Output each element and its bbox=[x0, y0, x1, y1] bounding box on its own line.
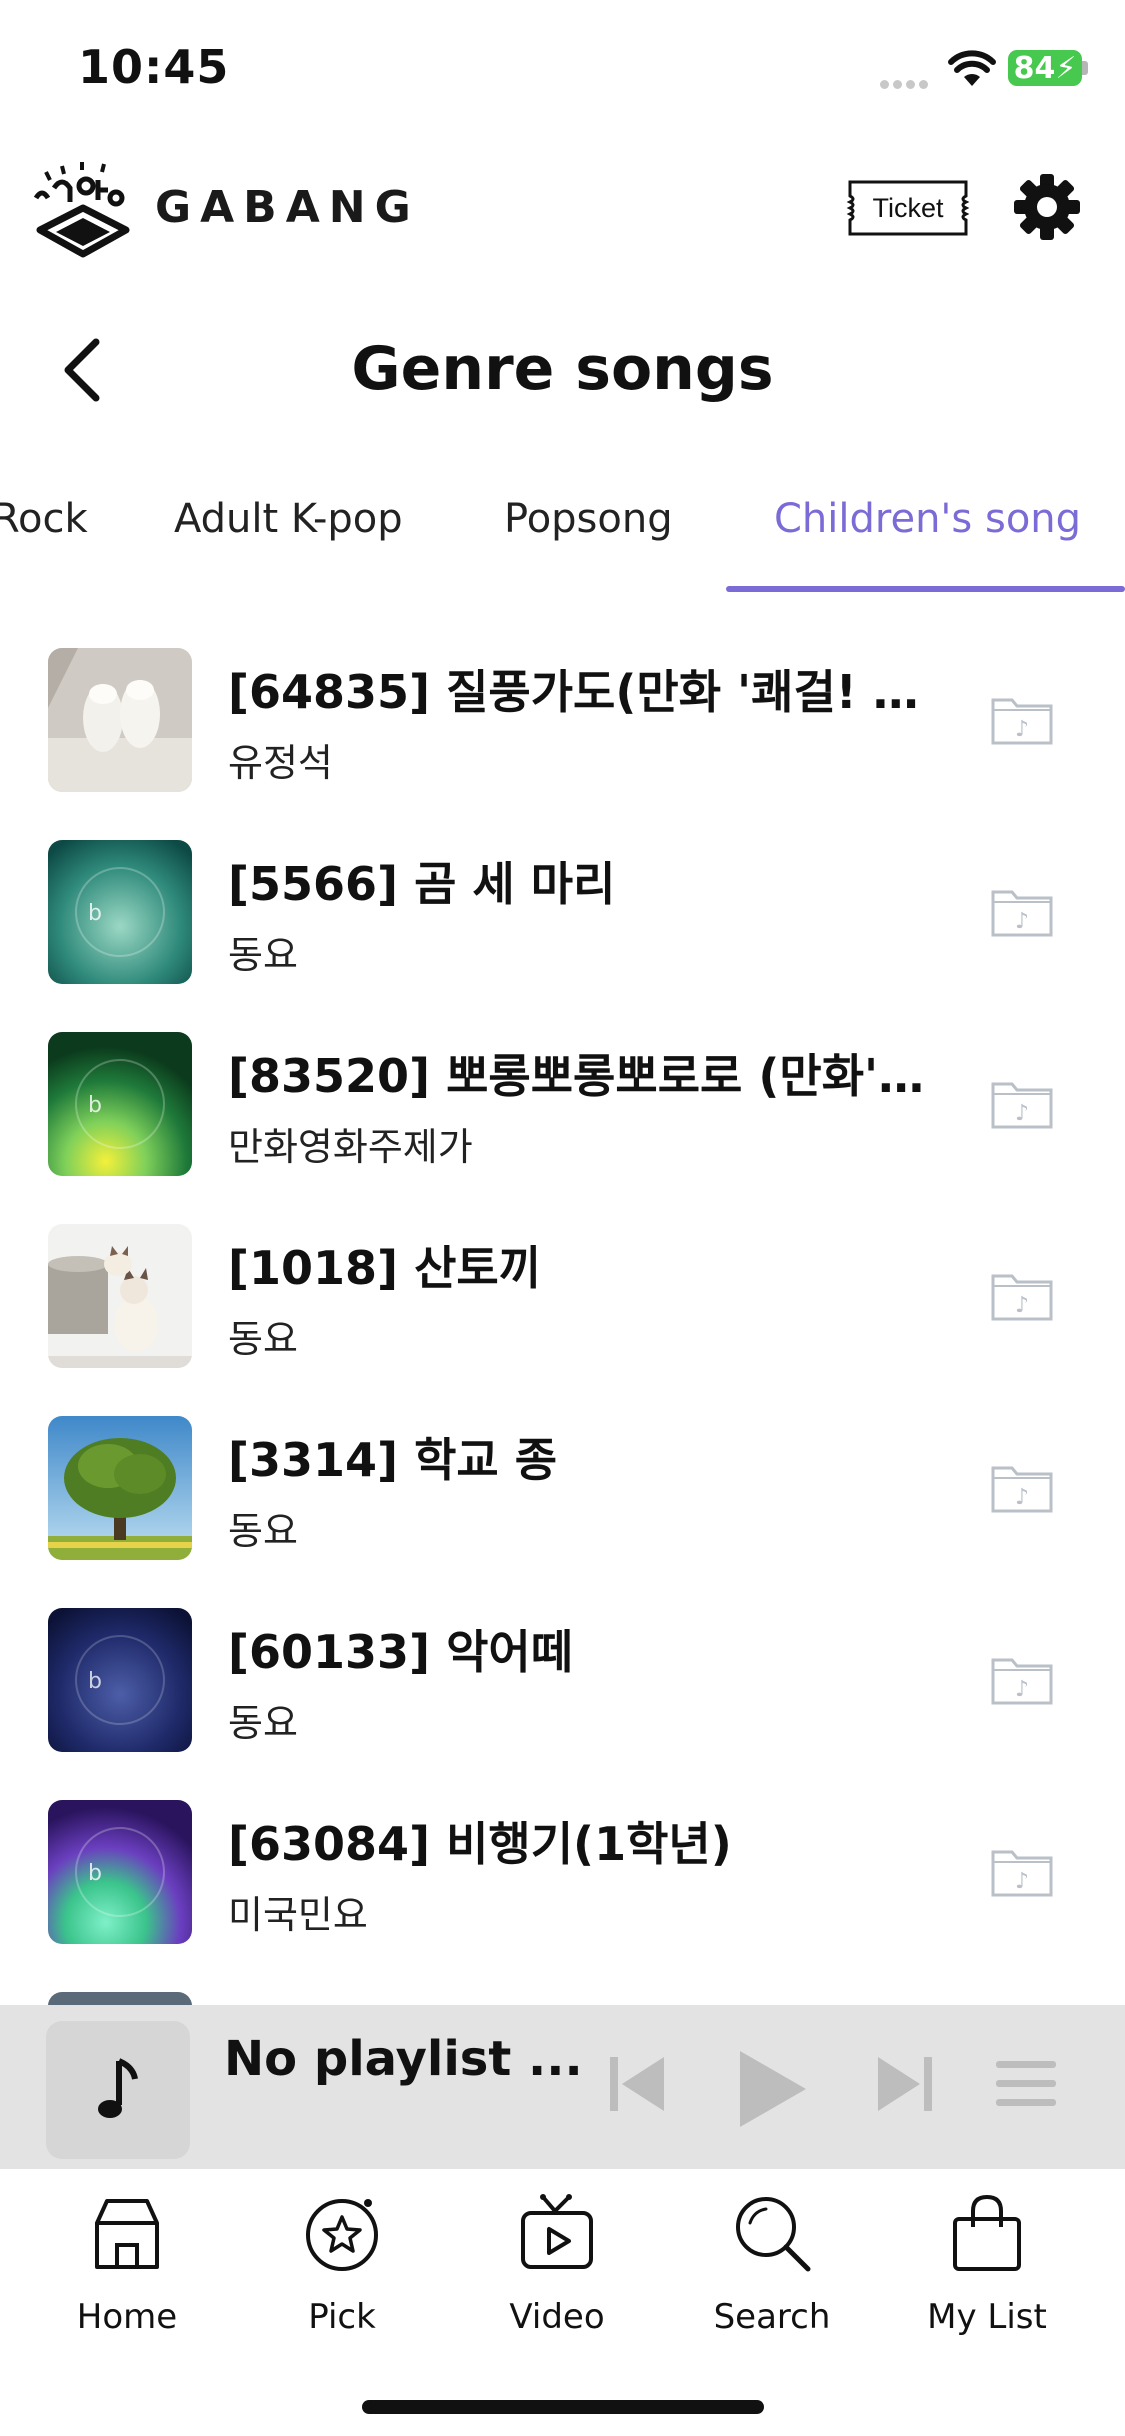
pick-star-icon bbox=[306, 2199, 378, 2271]
music-folder-icon[interactable]: ♪ bbox=[990, 884, 1054, 938]
next-track-icon[interactable] bbox=[874, 2049, 936, 2119]
title-row: Genre songs bbox=[0, 320, 1125, 420]
app-header: GABANG Ticket bbox=[0, 150, 1125, 270]
status-time: 10:45 bbox=[78, 40, 230, 94]
wifi-icon bbox=[948, 50, 996, 86]
bottom-tab-bar: Home Pick Video Search My List bbox=[0, 2169, 1125, 2436]
song-thumbnail-kittens bbox=[48, 1224, 192, 1368]
song-artist: 만화영화주제가 bbox=[228, 1125, 473, 1169]
battery-level: 84 bbox=[1013, 50, 1056, 86]
tab-home[interactable]: Home bbox=[47, 2193, 207, 2343]
brand-name: GABANG bbox=[155, 182, 420, 233]
cellular-signal-icon bbox=[880, 74, 934, 89]
music-folder-icon[interactable]: ♪ bbox=[990, 692, 1054, 746]
song-row[interactable]: [1018] 산토끼 동요 ♪ bbox=[0, 1196, 1125, 1388]
song-thumbnail-partial bbox=[48, 1992, 192, 2005]
music-note-icon bbox=[98, 2058, 138, 2118]
svg-text:♪: ♪ bbox=[1015, 1485, 1029, 1510]
song-thumbnail-tree bbox=[48, 1416, 192, 1560]
song-artist: 동요 bbox=[228, 933, 298, 977]
song-artist: 미국민요 bbox=[228, 1893, 368, 1937]
tab-video-label: Video bbox=[509, 2297, 605, 2337]
gear-icon[interactable] bbox=[1012, 172, 1082, 242]
song-title: [1018] 산토끼 bbox=[228, 1241, 542, 1295]
song-row[interactable]: b [63084] 비행기(1학년) 미국민요 ♪ bbox=[0, 1772, 1125, 1964]
song-title: [64835] 질풍가도(만화 '쾌걸! 근육맨2세' 주제가) bbox=[228, 665, 938, 719]
previous-track-icon[interactable] bbox=[606, 2049, 668, 2119]
gabang-logo-icon bbox=[33, 162, 130, 258]
battery-icon: 84 ⚡ bbox=[1008, 50, 1082, 86]
song-thumbnail-baby-shoes bbox=[48, 648, 192, 792]
song-title: [63084] 비행기(1학년) bbox=[228, 1817, 732, 1871]
svg-text:♪: ♪ bbox=[1015, 1869, 1029, 1894]
tab-pick-label: Pick bbox=[308, 2297, 376, 2337]
tab-rock[interactable]: Rock bbox=[0, 496, 88, 542]
song-title: [60133] 악어떼 bbox=[228, 1625, 574, 1679]
video-tv-icon bbox=[521, 2194, 593, 2269]
song-thumbnail-keumyoung-teal: b bbox=[48, 840, 192, 984]
song-title: [5566] 곰 세 마리 bbox=[228, 857, 616, 911]
tab-video[interactable]: Video bbox=[477, 2193, 637, 2343]
tab-home-label: Home bbox=[76, 2297, 178, 2337]
song-artist: 동요 bbox=[228, 1317, 298, 1361]
svg-text:b: b bbox=[88, 1093, 102, 1118]
home-icon bbox=[95, 2199, 159, 2269]
song-artist: 동요 bbox=[228, 1701, 298, 1745]
active-tab-underline bbox=[726, 586, 1125, 592]
tab-my-list[interactable]: My List bbox=[907, 2193, 1067, 2343]
song-thumbnail-keumyoung-navy: b bbox=[48, 1608, 192, 1752]
svg-text:♪: ♪ bbox=[1015, 1293, 1029, 1318]
song-artist: 유정석 bbox=[228, 741, 333, 785]
music-folder-icon[interactable]: ♪ bbox=[990, 1268, 1054, 1322]
music-folder-icon[interactable]: ♪ bbox=[990, 1844, 1054, 1898]
status-bar: 10:45 84 ⚡ bbox=[0, 0, 1125, 130]
svg-text:b: b bbox=[88, 901, 102, 926]
tab-search-label: Search bbox=[713, 2297, 831, 2337]
music-folder-icon[interactable]: ♪ bbox=[990, 1076, 1054, 1130]
playlist-menu-icon[interactable] bbox=[994, 2049, 1058, 2119]
now-playing-title: No playlist ... bbox=[224, 2031, 583, 2087]
tab-my-list-label: My List bbox=[927, 2297, 1047, 2337]
song-thumbnail-keumyoung-purple: b bbox=[48, 1800, 192, 1944]
svg-text:b: b bbox=[88, 1669, 102, 1694]
play-icon[interactable] bbox=[734, 2049, 810, 2129]
svg-text:♪: ♪ bbox=[1015, 1101, 1029, 1126]
mini-player[interactable]: No playlist ... bbox=[0, 2005, 1125, 2169]
tab-popsong[interactable]: Popsong bbox=[504, 496, 673, 542]
tab-search[interactable]: Search bbox=[692, 2193, 852, 2343]
charging-bolt-icon: ⚡ bbox=[1055, 50, 1077, 86]
back-chevron-icon[interactable] bbox=[56, 334, 116, 406]
now-playing-artwork bbox=[46, 2021, 190, 2159]
ticket-label: Ticket bbox=[872, 192, 944, 223]
ticket-button[interactable]: Ticket bbox=[846, 178, 970, 238]
home-indicator bbox=[362, 2400, 764, 2414]
tab-adult-kpop[interactable]: Adult K-pop bbox=[174, 496, 403, 542]
music-folder-icon[interactable]: ♪ bbox=[990, 1652, 1054, 1706]
song-list: [64835] 질풍가도(만화 '쾌걸! 근육맨2세' 주제가) 유정석 ♪ b… bbox=[0, 620, 1125, 2005]
svg-text:♪: ♪ bbox=[1015, 717, 1029, 742]
page-title: Genre songs bbox=[351, 334, 774, 404]
song-row[interactable]: b [5566] 곰 세 마리 동요 ♪ bbox=[0, 812, 1125, 1004]
tab-childrens-song[interactable]: Children's song bbox=[774, 496, 1081, 542]
music-folder-icon[interactable]: ♪ bbox=[990, 1460, 1054, 1514]
tab-pick[interactable]: Pick bbox=[262, 2193, 422, 2343]
song-artist: 동요 bbox=[228, 1509, 298, 1553]
shopping-bag-icon bbox=[953, 2194, 1021, 2271]
genre-tabs: Rock Adult K-pop Popsong Children's song bbox=[0, 478, 1125, 594]
battery-nub bbox=[1082, 61, 1088, 75]
song-title: [3314] 학교 종 bbox=[228, 1433, 558, 1487]
song-row[interactable]: [3314] 학교 종 동요 ♪ bbox=[0, 1388, 1125, 1580]
svg-text:♪: ♪ bbox=[1015, 1677, 1029, 1702]
song-row[interactable]: b [83520] 뽀롱뽀롱뽀로로 (만화'뽀롱뽀롱 뽀로로' 주제가) 만화영… bbox=[0, 1004, 1125, 1196]
song-row[interactable]: b [60133] 악어떼 동요 ♪ bbox=[0, 1580, 1125, 1772]
song-row[interactable]: [64835] 질풍가도(만화 '쾌걸! 근육맨2세' 주제가) 유정석 ♪ bbox=[0, 620, 1125, 812]
svg-text:b: b bbox=[88, 1861, 102, 1886]
song-thumbnail-keumyoung-green: b bbox=[48, 1032, 192, 1176]
song-row-partial[interactable] bbox=[0, 1964, 1125, 2005]
search-icon bbox=[736, 2197, 811, 2272]
svg-text:♪: ♪ bbox=[1015, 909, 1029, 934]
song-title: [83520] 뽀롱뽀롱뽀로로 (만화'뽀롱뽀롱 뽀로로' 주제가) bbox=[228, 1049, 938, 1103]
